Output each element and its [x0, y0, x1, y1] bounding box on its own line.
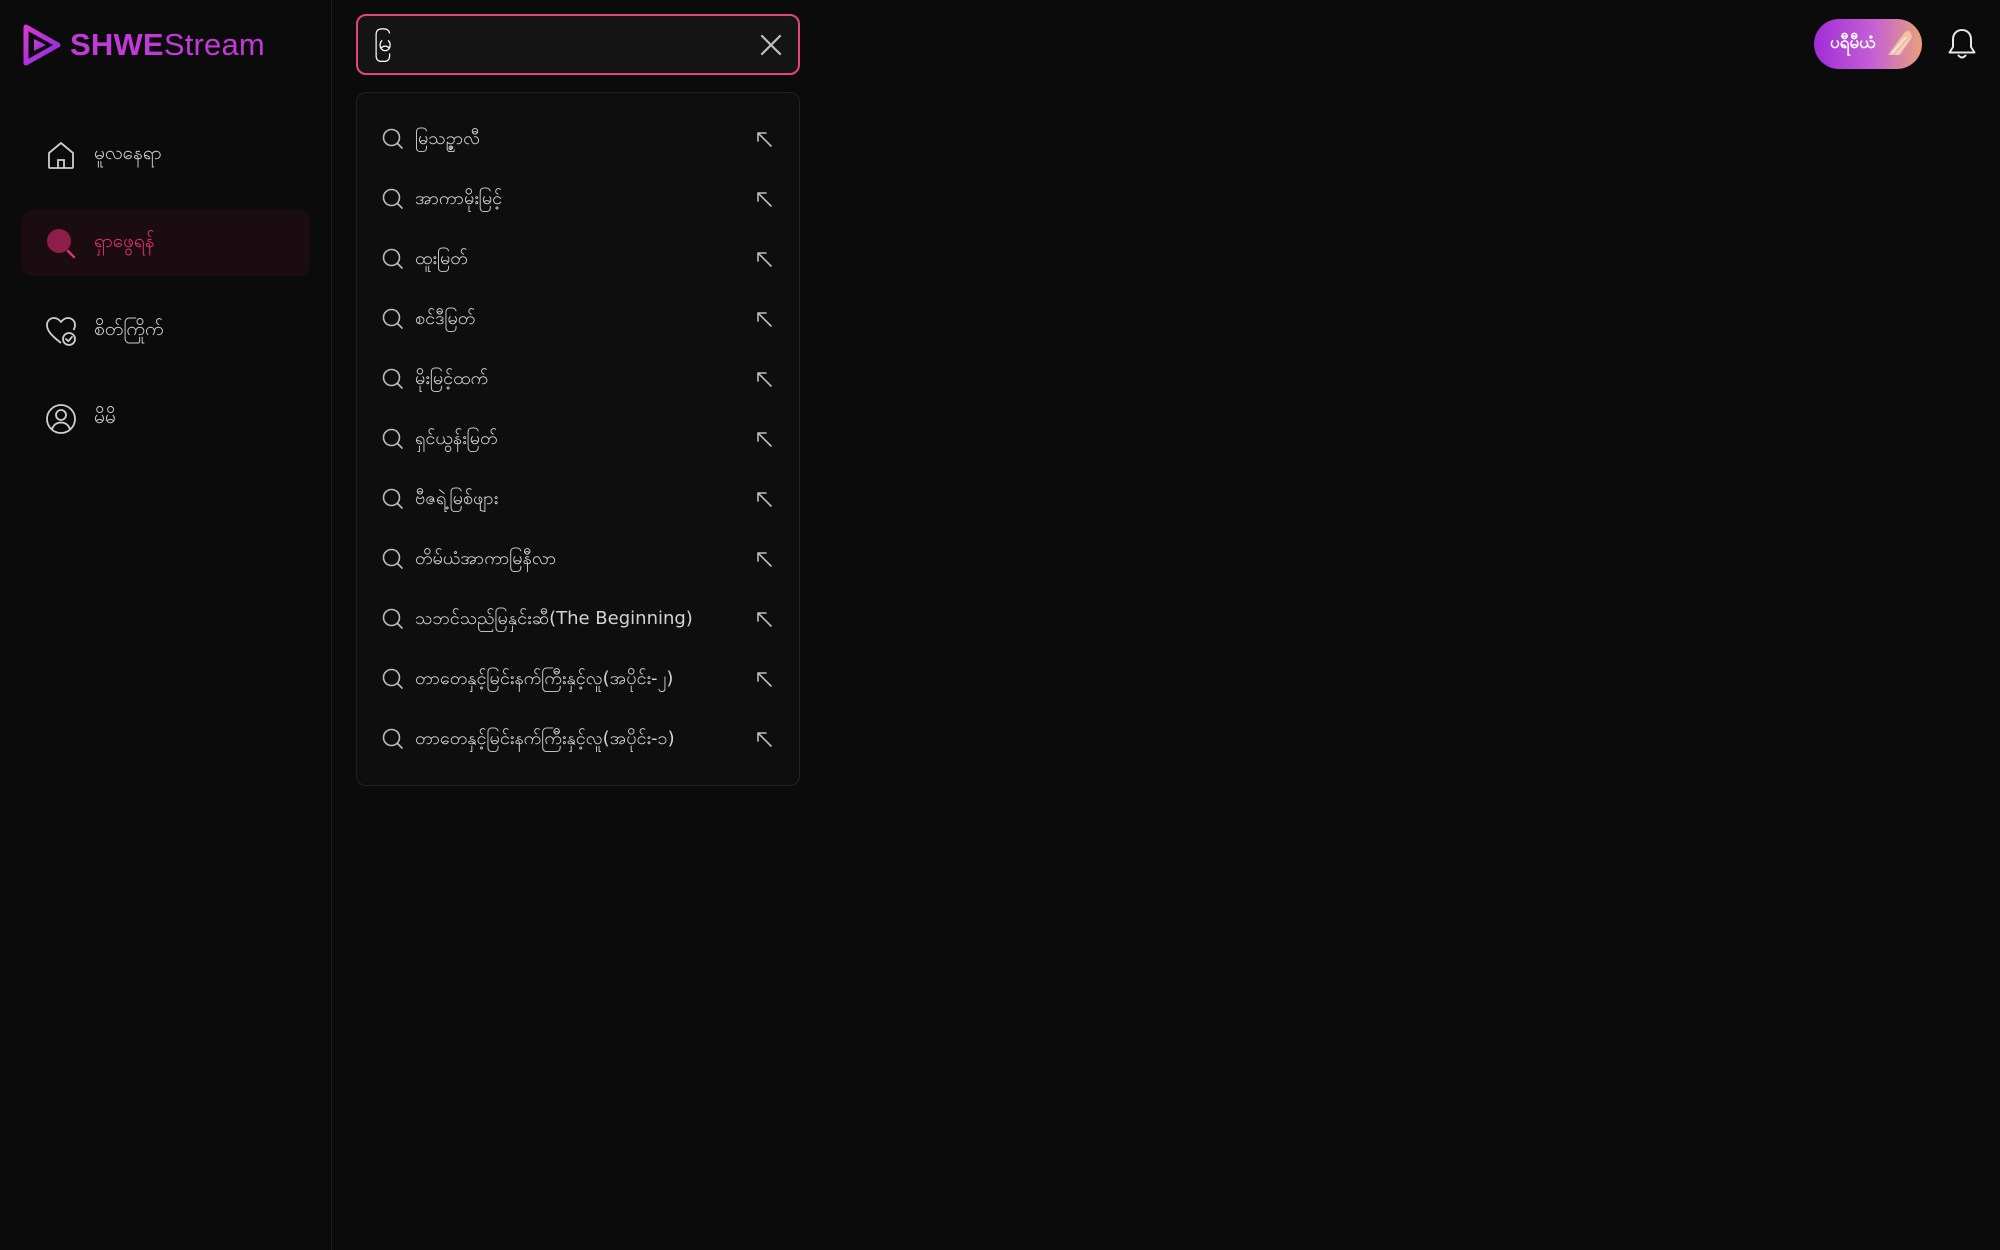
search-icon: [381, 727, 405, 751]
suggestion-text: ထူးမြတ်: [415, 247, 468, 269]
suggestion-text: တာတေနှင့်မြင်းနက်ကြီးနှင့်လူ(အပိုင်း-၁): [415, 727, 675, 749]
home-icon: [44, 138, 78, 172]
premium-button[interactable]: ပရီမီယံ: [1814, 19, 1922, 69]
suggestion-item[interactable]: အာကာမိုးမြင့်: [357, 169, 799, 229]
arrow-up-left-icon[interactable]: [753, 248, 775, 270]
sidebar-item-label: မိမိ: [94, 406, 116, 428]
search-icon: [381, 187, 405, 211]
suggestion-item[interactable]: တိမ်ယံအာကာမြနီလာ: [357, 529, 799, 589]
search-icon: [381, 307, 405, 331]
search-icon: [44, 226, 78, 260]
suggestion-text: တိမ်ယံအာကာမြနီလာ: [415, 547, 557, 569]
suggestion-text: ရှင်ယွန်းမြတ်: [415, 427, 498, 449]
sidebar-item-favorites[interactable]: စိတ်ကြိုက်: [22, 298, 310, 364]
arrow-up-left-icon[interactable]: [753, 188, 775, 210]
logo-bold-text: SHWE: [70, 27, 164, 62]
sidebar: SHWEStream မူလနေရာ ရှာဖွေရန် စိတ်ကြိုက် …: [0, 0, 332, 1250]
search-icon: [381, 127, 405, 151]
suggestion-item[interactable]: စင်ဒီမြတ်: [357, 289, 799, 349]
arrow-up-left-icon[interactable]: [753, 668, 775, 690]
search-icon: [381, 667, 405, 691]
suggestion-item[interactable]: မိုးမြင့်ထက်: [357, 349, 799, 409]
suggestion-text: အာကာမိုးမြင့်: [415, 187, 503, 209]
sidebar-nav: မူလနေရာ ရှာဖွေရန် စိတ်ကြိုက် မိမိ: [22, 122, 310, 474]
logo-light-text: Stream: [163, 27, 265, 62]
arrow-up-left-icon[interactable]: [753, 548, 775, 570]
search-icon: [381, 547, 405, 571]
suggestion-item[interactable]: သဘင်သည်မြနှင်းဆီ(The Beginning): [357, 589, 799, 649]
sidebar-item-label: စိတ်ကြိုက်: [94, 318, 164, 340]
search-suggestions: မြသဉ္ဇာလီအာကာမိုးမြင့်ထူးမြတ်စင်ဒီမြတ်မိ…: [356, 92, 800, 786]
clear-search-button[interactable]: [744, 18, 798, 72]
arrow-up-left-icon[interactable]: [753, 608, 775, 630]
suggestion-item[interactable]: တာတေနှင့်မြင်းနက်ကြီးနှင့်လူ(အပိုင်း-၂): [357, 649, 799, 709]
arrow-up-left-icon[interactable]: [753, 368, 775, 390]
arrow-up-left-icon[interactable]: [753, 488, 775, 510]
search-icon: [381, 607, 405, 631]
search-icon: [381, 487, 405, 511]
app-name: SHWEStream: [70, 27, 265, 63]
app-logo[interactable]: SHWEStream: [20, 20, 265, 70]
suggestion-text: မြသဉ္ဇာလီ: [415, 127, 480, 149]
sidebar-item-search[interactable]: ရှာဖွေရန်: [22, 210, 310, 276]
play-logo-icon: [23, 24, 61, 66]
search-icon: [381, 247, 405, 271]
suggestion-item[interactable]: မြသဉ္ဇာလီ: [357, 109, 799, 169]
search-icon: [381, 427, 405, 451]
close-icon: [760, 34, 782, 55]
suggestion-item[interactable]: တာတေနှင့်မြင်းနက်ကြီးနှင့်လူ(အပိုင်း-၁): [357, 709, 799, 769]
suggestion-text: သဘင်သည်မြနှင်းဆီ(The Beginning): [415, 607, 693, 629]
notification-bell-icon[interactable]: [1946, 26, 1978, 62]
suggestion-item[interactable]: ဗီဇရဲ့မြစ်ဖျား: [357, 469, 799, 529]
suggestion-text: ဗီဇရဲ့မြစ်ဖျား: [415, 487, 499, 509]
sidebar-item-profile[interactable]: မိမိ: [22, 386, 310, 452]
search-icon: [381, 367, 405, 391]
sidebar-item-label: မူလနေရာ: [94, 142, 162, 164]
suggestion-text: တာတေနှင့်မြင်းနက်ကြီးနှင့်လူ(အပိုင်း-၂): [415, 667, 674, 689]
suggestion-text: စင်ဒီမြတ်: [415, 307, 476, 329]
arrow-up-left-icon[interactable]: [753, 428, 775, 450]
suggestion-item[interactable]: ထူးမြတ်: [357, 229, 799, 289]
suggestion-text: မိုးမြင့်ထက်: [415, 367, 489, 389]
suggestion-item[interactable]: ရှင်ယွန်းမြတ်: [357, 409, 799, 469]
search-box: [356, 14, 800, 75]
arrow-up-left-icon[interactable]: [753, 128, 775, 150]
arrow-up-left-icon[interactable]: [753, 728, 775, 750]
user-circle-icon: [44, 402, 78, 436]
search-input[interactable]: [358, 16, 744, 73]
premium-label: ပရီမီယံ: [1830, 32, 1876, 53]
sidebar-item-label: ရှာဖွေရန်: [94, 230, 155, 252]
crown-hand-icon: [1888, 31, 1912, 56]
arrow-up-left-icon[interactable]: [753, 308, 775, 330]
sidebar-item-home[interactable]: မူလနေရာ: [22, 122, 310, 188]
heart-check-icon: [44, 314, 78, 348]
